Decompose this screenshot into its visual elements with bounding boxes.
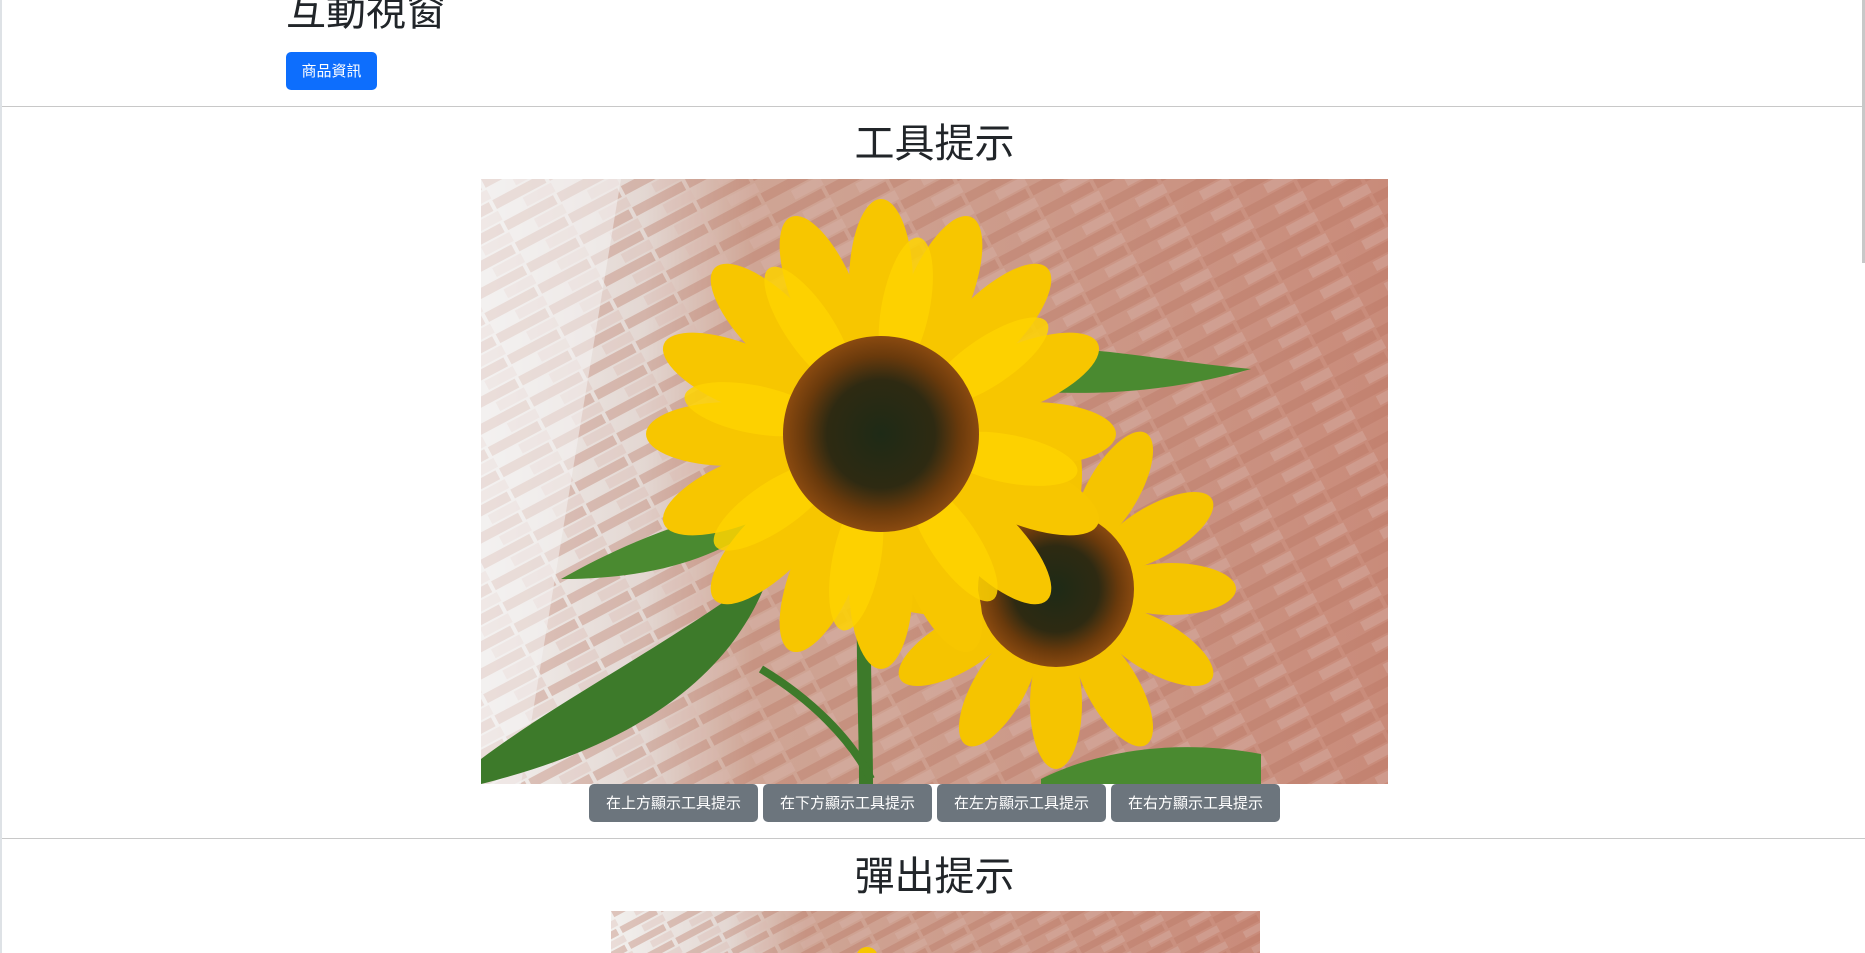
page: 互動視窗 商品資訊 工具提示 在上方顯示工具提示 在下方顯示工具提示 在左方顯示… (0, 0, 1865, 953)
sunflower-image-popover (611, 911, 1260, 953)
tooltip-button-row: 在上方顯示工具提示 在下方顯示工具提示 在左方顯示工具提示 在右方顯示工具提示 (589, 784, 1280, 822)
section-divider (2, 106, 1865, 107)
popover-heading: 彈出提示 (854, 854, 1015, 900)
tooltip-right-button[interactable]: 在右方顯示工具提示 (1111, 784, 1280, 822)
section-divider (2, 838, 1865, 839)
product-info-button[interactable]: 商品資訊 (286, 52, 377, 90)
tooltip-heading: 工具提示 (854, 121, 1015, 167)
sunflower-image (481, 179, 1388, 784)
page-title: 互動視窗 (286, 0, 446, 35)
tooltip-bottom-button[interactable]: 在下方顯示工具提示 (763, 784, 932, 822)
tooltip-left-button[interactable]: 在左方顯示工具提示 (937, 784, 1106, 822)
tooltip-top-button[interactable]: 在上方顯示工具提示 (589, 784, 758, 822)
